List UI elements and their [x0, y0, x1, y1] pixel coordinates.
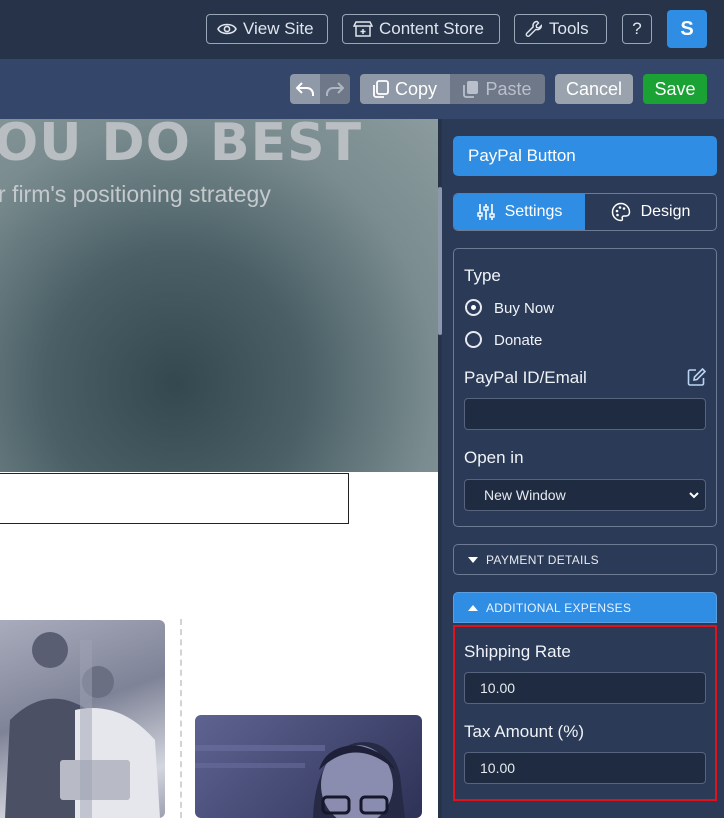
cancel-label: Cancel [565, 78, 623, 99]
tab-settings[interactable]: Settings [454, 194, 585, 230]
copy-icon [373, 80, 389, 98]
caret-down-icon [468, 556, 478, 563]
page-canvas[interactable]: OU DO BEST r firm's positioning strategy [0, 119, 438, 818]
avatar-letter: S [680, 17, 694, 40]
open-in-label: Open in [464, 448, 524, 467]
content-store-label: Content Store [379, 19, 484, 38]
hero-section[interactable]: OU DO BEST r firm's positioning strategy [0, 119, 438, 472]
undo-redo-group [290, 74, 350, 104]
type-label: Type [464, 266, 501, 285]
panel-title: PayPal Button [453, 136, 717, 176]
copy-button[interactable]: Copy [360, 74, 450, 104]
paypal-id-input[interactable] [464, 398, 706, 430]
radio-donate-label[interactable]: Donate [494, 332, 542, 349]
paste-label: Paste [485, 78, 532, 99]
copy-label: Copy [394, 78, 438, 99]
caret-up-icon [468, 604, 478, 611]
eye-icon [217, 23, 237, 35]
redo-button[interactable] [320, 74, 350, 104]
paypal-id-label: PayPal ID/Email [464, 368, 587, 387]
help-button[interactable]: ? [622, 14, 652, 44]
paste-icon [463, 81, 479, 98]
radio-buy-now[interactable] [465, 299, 482, 316]
open-in-select[interactable]: New Window [464, 479, 706, 511]
undo-icon [295, 82, 314, 96]
content-store-button[interactable]: Content Store [342, 14, 500, 44]
hero-subtitle: r firm's positioning strategy [0, 181, 271, 207]
user-avatar[interactable]: S [667, 10, 707, 48]
hero-title: OU DO BEST [0, 119, 363, 173]
highlight-box [453, 625, 717, 801]
tab-design-label: Design [640, 203, 691, 220]
tab-design[interactable]: Design [585, 194, 716, 230]
team-photo[interactable] [0, 620, 165, 818]
panel-title-text: PayPal Button [468, 146, 576, 165]
sliders-icon [476, 204, 495, 220]
person-photo[interactable] [195, 715, 422, 818]
column-divider [180, 619, 182, 818]
save-label: Save [654, 78, 696, 99]
paste-button[interactable]: Paste [450, 74, 545, 104]
palette-icon [611, 202, 630, 222]
panel-tabs: Settings Design [453, 193, 717, 231]
save-button[interactable]: Save [643, 74, 707, 104]
redo-icon [326, 82, 345, 96]
view-site-label: View Site [243, 19, 314, 38]
copy-paste-group: Copy Paste [360, 74, 545, 104]
undo-button[interactable] [290, 74, 320, 104]
cancel-button[interactable]: Cancel [555, 74, 633, 104]
payment-details-accordion[interactable]: PAYMENT DETAILS [453, 544, 717, 575]
view-site-button[interactable]: View Site [206, 14, 328, 44]
additional-expenses-label: ADDITIONAL EXPENSES [486, 600, 632, 615]
wrench-icon [525, 20, 543, 37]
text-block[interactable] [0, 473, 349, 524]
payment-details-label: PAYMENT DETAILS [486, 552, 599, 567]
open-in-value: New Window [484, 487, 566, 503]
help-icon: ? [632, 19, 642, 38]
person-photo-art [195, 742, 405, 818]
tab-settings-label: Settings [504, 203, 563, 220]
team-photo-art [5, 632, 160, 818]
store-icon [353, 21, 373, 37]
additional-expenses-accordion[interactable]: ADDITIONAL EXPENSES [453, 592, 717, 623]
radio-buy-now-label[interactable]: Buy Now [494, 300, 554, 317]
tools-button[interactable]: Tools [514, 14, 607, 44]
radio-donate[interactable] [465, 331, 482, 348]
edit-icon[interactable] [687, 367, 707, 387]
chevron-down-icon [689, 492, 699, 499]
tools-label: Tools [549, 19, 589, 38]
